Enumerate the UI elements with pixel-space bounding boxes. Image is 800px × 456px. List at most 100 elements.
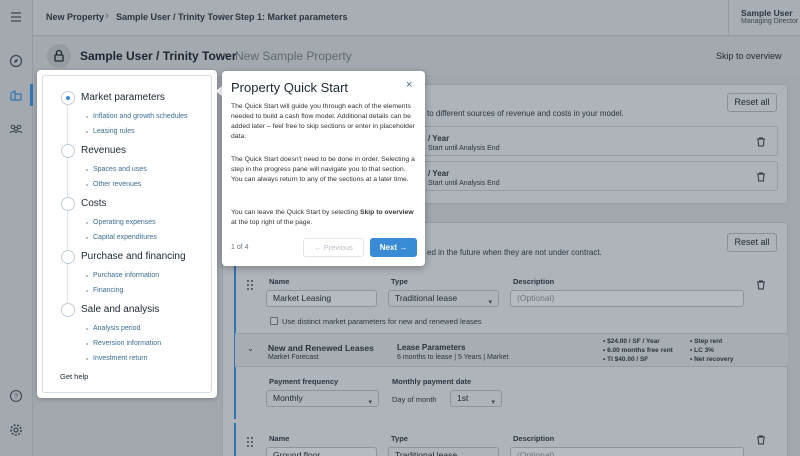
step-sale-analysis[interactable]: Sale and analysis: [81, 304, 159, 315]
sub-capital-expenditures[interactable]: Capital expenditures: [93, 234, 157, 241]
sub-financing[interactable]: Financing: [93, 287, 123, 294]
sub-spaces-uses[interactable]: Spaces and uses: [93, 166, 147, 173]
type-label: Type: [391, 277, 408, 286]
summary-subtitle: Market Forecast: [268, 354, 319, 361]
sub-bullet: [86, 275, 88, 277]
reset-all-button[interactable]: Reset all: [727, 93, 777, 112]
lease-description-input[interactable]: (Optional): [510, 447, 744, 456]
sub-bullet: [86, 343, 88, 345]
step-purchase-financing[interactable]: Purchase and financing: [81, 251, 186, 262]
active-nav-indicator: [30, 84, 33, 106]
breadcrumb-new-property[interactable]: New Property: [46, 12, 104, 22]
lease-name-input[interactable]: Market Leasing: [266, 290, 377, 307]
sub-operating-expenses[interactable]: Operating expenses: [93, 219, 156, 226]
compass-icon[interactable]: [8, 53, 24, 69]
sub-bullet: [86, 131, 88, 133]
reset-all-button[interactable]: Reset all: [727, 233, 777, 252]
day-of-month-label: Day of month: [392, 395, 437, 404]
trash-icon[interactable]: [755, 434, 767, 446]
popover-paragraph-1: The Quick Start will guide you through e…: [231, 103, 416, 140]
sub-leasing-rules[interactable]: Leasing rules: [93, 128, 135, 135]
breadcrumb-property[interactable]: Sample User / Trinity Tower: [116, 12, 233, 22]
help-icon[interactable]: ?: [8, 388, 24, 404]
sub-bullet: [86, 184, 88, 186]
people-icon[interactable]: [8, 121, 24, 137]
section-intro-text: ed in the future when they are not under…: [427, 248, 602, 257]
lease-type-select[interactable]: Traditional lease ▾: [388, 290, 499, 307]
buildings-icon[interactable]: [8, 87, 24, 103]
breadcrumb-step: Step 1: Market parameters: [235, 12, 348, 22]
svg-text:?: ?: [14, 394, 18, 401]
previous-button[interactable]: ← Previous: [303, 238, 364, 257]
sub-analysis-period[interactable]: Analysis period: [93, 325, 140, 332]
lease-summary-row[interactable]: ⌄ New and Renewed Leases Market Forecast…: [235, 333, 788, 367]
chevron-down-icon[interactable]: ⌄: [247, 344, 254, 353]
user-name: Sample User: [741, 8, 793, 18]
progress-connector: [67, 157, 68, 197]
day-of-month-value: 1st: [457, 393, 469, 403]
sub-purchase-information[interactable]: Purchase information: [93, 272, 159, 279]
bullet-step-rent: • Step rent: [690, 338, 723, 345]
description-label: Description: [513, 434, 555, 443]
trash-icon[interactable]: [755, 279, 767, 291]
params-sub: 6 months to lease | 5 Years | Market: [397, 354, 509, 361]
title-dot: •: [223, 49, 227, 61]
step-indicator: [61, 250, 75, 264]
sub-reversion-information[interactable]: Reversion information: [93, 340, 161, 347]
step-indicator: [61, 303, 75, 317]
popover-paragraph-2: The Quick Start doesn't need to be done …: [231, 156, 415, 183]
trash-icon[interactable]: [755, 136, 767, 148]
drag-handle-icon[interactable]: [246, 436, 254, 448]
description-label: Description: [513, 277, 555, 286]
progress-connector: [67, 263, 68, 303]
sub-inflation-growth[interactable]: Inflation and growth schedules: [93, 113, 188, 120]
sub-bullet: [86, 116, 88, 118]
trash-icon[interactable]: [755, 171, 767, 183]
lease-description-input[interactable]: (Optional): [510, 290, 744, 307]
progress-list: Market parameters Inflation and growth s…: [42, 75, 212, 393]
step-revenues[interactable]: Revenues: [81, 145, 126, 156]
get-help-link[interactable]: Get help: [60, 372, 88, 381]
lease-type-value: Traditional lease: [395, 293, 458, 303]
drag-handle-icon[interactable]: [246, 279, 254, 291]
chevron-down-icon: ▾: [488, 299, 492, 306]
lease-name-input[interactable]: Ground floor: [266, 447, 377, 456]
page-title: Sample User / Trinity Tower: [80, 49, 237, 63]
user-menu[interactable]: Sample User Managing Director ▾: [728, 0, 800, 36]
step-current-indicator: [61, 91, 75, 105]
next-button[interactable]: Next →: [370, 238, 417, 257]
step-indicator: [61, 144, 75, 158]
lease-accent-bar: [234, 423, 236, 456]
distinct-params-label: Use distinct market parameters for new a…: [282, 317, 482, 326]
payment-date-label: Monthly payment date: [392, 377, 472, 386]
row-period: Start until Analysis End: [428, 180, 500, 187]
name-label: Name: [269, 277, 290, 286]
sub-bullet: [86, 290, 88, 292]
skip-to-overview-link[interactable]: Skip to overview: [716, 51, 782, 61]
payment-frequency-select[interactable]: Monthly ▾: [266, 390, 379, 407]
section-intro-text: to different sources of revenue and cost…: [427, 109, 624, 118]
breadcrumb-separator-icon: ›: [222, 10, 226, 22]
close-icon[interactable]: ×: [406, 79, 412, 91]
menu-icon[interactable]: [8, 9, 24, 25]
lease-type-select[interactable]: Traditional lease ▾: [388, 447, 499, 456]
top-bar: New Property › Sample User / Trinity Tow…: [33, 0, 800, 36]
bullet-rent: • $24.00 / SF / Year: [603, 338, 660, 345]
distinct-params-checkbox[interactable]: [270, 317, 278, 325]
type-label: Type: [391, 434, 408, 443]
name-label: Name: [269, 434, 290, 443]
settings-icon[interactable]: [8, 422, 24, 438]
sub-other-revenues[interactable]: Other revenues: [93, 181, 141, 188]
popover-title: Property Quick Start: [231, 80, 349, 95]
sub-bullet: [86, 358, 88, 360]
day-of-month-select[interactable]: 1st ▾: [450, 390, 502, 407]
bullet-free-rent: • 6.00 months free rent: [603, 347, 673, 354]
sub-investment-return[interactable]: Investment return: [93, 355, 147, 362]
row-rate: / Year: [428, 169, 450, 178]
chevron-down-icon: ▾: [491, 399, 495, 406]
row-period: Start until Analysis End: [428, 145, 500, 152]
step-costs[interactable]: Costs: [81, 198, 107, 209]
step-market-parameters[interactable]: Market parameters: [81, 92, 165, 103]
step-indicator: [61, 197, 75, 211]
chevron-down-icon: ▾: [368, 399, 372, 406]
